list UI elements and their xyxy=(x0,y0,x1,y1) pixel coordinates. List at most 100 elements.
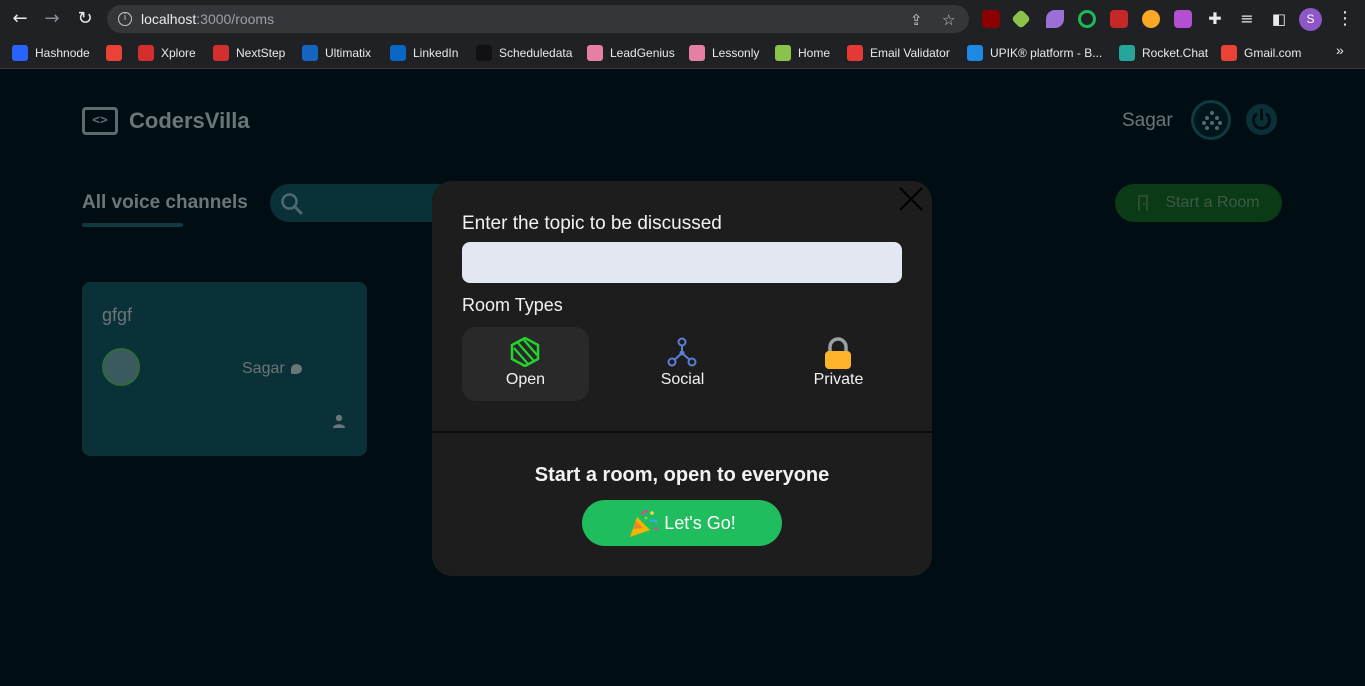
forward-icon[interactable]: → xyxy=(40,8,64,30)
bookmark-item[interactable]: Gmail.com xyxy=(1221,44,1301,62)
logo-text: CodersVilla xyxy=(129,108,250,133)
room-type-private[interactable]: Private xyxy=(775,327,902,401)
search-icon xyxy=(281,193,303,215)
app-logo[interactable]: <> CodersVilla xyxy=(82,107,250,135)
bookmark-item[interactable]: LeadGenius xyxy=(587,44,675,62)
star-icon[interactable]: ☆ xyxy=(942,11,955,29)
code-brackets-icon: <> xyxy=(82,107,118,135)
bookmark-label: Rocket.Chat xyxy=(1142,46,1209,60)
upik-icon xyxy=(967,45,983,61)
extensions-puzzle-icon[interactable]: ✚ xyxy=(1203,8,1227,30)
brain-icon xyxy=(689,45,705,61)
close-icon[interactable] xyxy=(898,186,924,212)
tcs-icon xyxy=(138,45,154,61)
more-bookmarks-icon[interactable]: » xyxy=(1336,42,1344,58)
bookmark-item[interactable]: UPIK® platform - B... xyxy=(967,44,1102,62)
bookmark-label: Ultimatix xyxy=(325,46,372,60)
bookmark-item[interactable] xyxy=(106,44,129,62)
target-extension-icon[interactable] xyxy=(1078,10,1096,28)
room-type-open[interactable]: Open xyxy=(462,327,589,401)
speaker-avatar xyxy=(102,348,140,386)
room-types-heading: Room Types xyxy=(462,295,563,315)
media-control-icon[interactable]: ≡ xyxy=(1235,8,1259,30)
rocketchat-icon xyxy=(1119,45,1135,61)
bookmark-label: UPIK® platform - B... xyxy=(990,46,1103,60)
party-popper-icon xyxy=(630,510,659,537)
start-room-modal: Enter the topic to be discussed Room Typ… xyxy=(432,181,932,576)
url-path: :3000/rooms xyxy=(196,11,275,27)
room-type-private-label: Private xyxy=(813,371,864,388)
bookmark-label: LeadGenius xyxy=(610,46,675,60)
bookmark-item[interactable]: Xplore xyxy=(138,44,196,62)
bookmark-item[interactable]: Rocket.Chat xyxy=(1119,44,1208,62)
gmail-icon xyxy=(106,45,122,61)
url-host: localhost xyxy=(141,11,197,27)
user-icon xyxy=(333,414,345,428)
bookmark-item[interactable]: Email Validator xyxy=(847,44,950,62)
room-type-social-label: Social xyxy=(660,371,705,388)
lets-go-button[interactable]: Let's Go! xyxy=(582,500,782,546)
share-icon[interactable]: ⇪ xyxy=(910,11,923,29)
bookmark-label: Lessonly xyxy=(712,46,760,60)
door-icon xyxy=(1138,195,1149,211)
bookmark-item[interactable]: Ultimatix xyxy=(302,44,371,62)
browser-toolbar: ← → ↻ i localhost:3000/rooms ⇪ ☆ ✚ ≡ ◧ S… xyxy=(0,0,1365,38)
hashnode-icon xyxy=(12,45,28,61)
user-avatar[interactable] xyxy=(1191,100,1231,140)
feather-extension-icon[interactable] xyxy=(1046,10,1064,28)
browser-menu-icon[interactable]: ⋮ xyxy=(1336,8,1354,29)
topic-input[interactable] xyxy=(462,242,902,283)
side-panel-icon[interactable]: ◧ xyxy=(1267,8,1291,30)
bookmark-label: LinkedIn xyxy=(413,46,459,60)
bookmark-label: Hashnode xyxy=(35,46,90,60)
gmail-icon xyxy=(1221,45,1237,61)
tcs-icon xyxy=(213,45,229,61)
room-type-open-label: Open xyxy=(505,371,546,388)
reload-icon[interactable]: ↻ xyxy=(73,8,97,30)
magic-extension-icon[interactable] xyxy=(1174,10,1192,28)
bookmarks-bar: Hashnode Xplore NextStep Ultimatix LinkedIn S… xyxy=(0,38,1365,69)
bookmark-label: NextStep xyxy=(236,46,286,60)
tata-icon xyxy=(302,45,318,61)
modal-divider xyxy=(432,431,932,433)
bookmark-label: Email Validator xyxy=(870,46,950,60)
avatar-dots-icon xyxy=(1202,111,1222,131)
url-text: localhost:3000/rooms xyxy=(141,11,274,27)
start-room-button[interactable]: Start a Room xyxy=(1115,184,1282,222)
open-globe-icon xyxy=(510,337,540,367)
padlock-icon xyxy=(825,337,851,369)
tab-underline xyxy=(82,223,183,227)
logout-power-icon[interactable] xyxy=(1246,104,1277,135)
bookmark-label: Scheduledata xyxy=(499,46,573,60)
speaker-name: Sagar xyxy=(242,360,285,377)
email-validator-icon xyxy=(847,45,863,61)
room-type-social[interactable]: Social xyxy=(619,327,746,401)
red-extension-icon[interactable] xyxy=(1110,10,1128,28)
bookmark-item[interactable]: Hashnode xyxy=(12,44,90,62)
tab-all-voice-channels[interactable]: All voice channels xyxy=(82,192,248,214)
speaker: Sagar xyxy=(242,360,302,378)
home-site-icon xyxy=(775,45,791,61)
bookmark-label: Gmail.com xyxy=(1244,46,1302,60)
g-extension-icon[interactable] xyxy=(1142,10,1160,28)
bookmark-item[interactable]: LinkedIn xyxy=(390,44,458,62)
bookmark-item[interactable]: NextStep xyxy=(213,44,285,62)
bookmark-item[interactable]: Home xyxy=(775,44,830,62)
x-extension-icon[interactable] xyxy=(1011,9,1031,29)
back-icon[interactable]: ← xyxy=(8,8,32,30)
room-topic: gfgf xyxy=(102,305,133,325)
linkedin-icon xyxy=(390,45,406,61)
site-info-icon[interactable]: i xyxy=(118,12,132,26)
brain-icon xyxy=(587,45,603,61)
bookmark-label: Home xyxy=(798,46,831,60)
profile-avatar[interactable]: S xyxy=(1299,8,1322,31)
scheduledata-icon xyxy=(476,45,492,61)
address-bar[interactable]: i localhost:3000/rooms ⇪ ☆ xyxy=(107,5,969,33)
room-card[interactable]: gfgf Sagar xyxy=(82,282,367,456)
bookmark-item[interactable]: Lessonly xyxy=(689,44,759,62)
social-network-icon xyxy=(667,337,697,367)
ublock-extension-icon[interactable] xyxy=(982,10,1000,28)
bookmark-item[interactable]: Scheduledata xyxy=(476,44,572,62)
user-name: Sagar xyxy=(1122,110,1173,131)
chat-bubble-icon xyxy=(290,364,302,374)
